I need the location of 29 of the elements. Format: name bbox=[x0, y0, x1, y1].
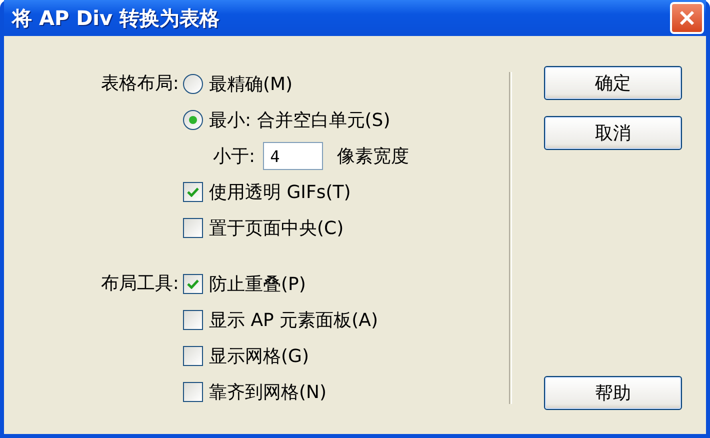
dialog-button[interactable]: 确定 bbox=[544, 66, 682, 100]
checkbox[interactable] bbox=[183, 346, 203, 366]
input-field[interactable]: 4 bbox=[263, 142, 324, 170]
group-label: 表格布局: bbox=[100, 72, 179, 96]
checkbox[interactable] bbox=[183, 382, 203, 402]
checkbox-label: 防止重叠(P) bbox=[209, 273, 306, 296]
checkbox[interactable] bbox=[183, 310, 203, 330]
close-button[interactable] bbox=[670, 2, 704, 34]
window-title: 将 AP Div 转换为表格 bbox=[12, 4, 220, 32]
checkbox[interactable] bbox=[183, 218, 203, 238]
checkbox-label: 靠齐到网格(N) bbox=[209, 381, 327, 404]
radio-button[interactable] bbox=[183, 110, 203, 130]
group-label: 布局工具: bbox=[100, 272, 179, 296]
checkbox[interactable] bbox=[183, 182, 203, 202]
checkbox-label: 置于页面中央(C) bbox=[209, 217, 344, 240]
dialog-button[interactable]: 取消 bbox=[544, 116, 682, 150]
help-button[interactable]: 帮助 bbox=[544, 376, 682, 410]
radio-label: 最小: 合并空白单元(S) bbox=[209, 109, 390, 132]
checkbox-label: 显示网格(G) bbox=[209, 345, 309, 368]
close-icon bbox=[678, 9, 696, 27]
radio-button[interactable] bbox=[183, 74, 203, 94]
radio-label: 最精确(M) bbox=[209, 73, 293, 96]
check-icon bbox=[187, 187, 199, 197]
checkbox[interactable] bbox=[183, 274, 203, 294]
field-label: 小于: bbox=[213, 145, 256, 168]
checkbox-label: 显示 AP 元素面板(A) bbox=[209, 309, 378, 332]
check-icon bbox=[187, 279, 199, 289]
unit-label: 像素宽度 bbox=[337, 145, 410, 168]
checkbox-label: 使用透明 GIFs(T) bbox=[209, 181, 351, 204]
